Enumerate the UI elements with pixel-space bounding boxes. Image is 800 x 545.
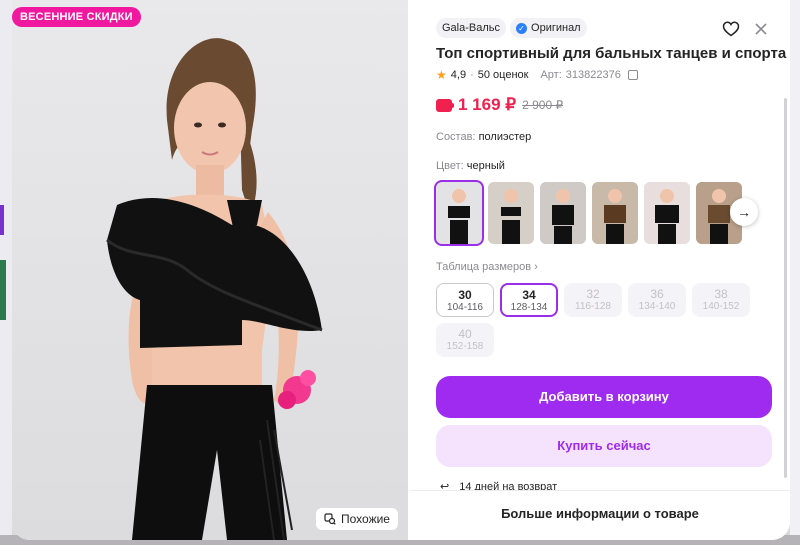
- price-row: 1 169 ₽ 2 900 ₽: [436, 95, 563, 115]
- size-option-unavailable[interactable]: 38 140-152: [692, 283, 750, 317]
- more-info-button[interactable]: Больше информации о товаре: [410, 490, 790, 540]
- heart-icon[interactable]: [722, 20, 740, 38]
- old-price: 2 900 ₽: [522, 98, 564, 112]
- product-image: [106, 38, 323, 540]
- color-thumbnail[interactable]: [644, 182, 690, 244]
- size-range: 140-152: [702, 301, 740, 312]
- color-thumbnail[interactable]: [488, 182, 534, 244]
- similar-button[interactable]: Похожие: [316, 508, 398, 530]
- product-title: Топ спортивный для бальных танцев и спор…: [436, 45, 787, 62]
- color-thumbnail[interactable]: [592, 182, 638, 244]
- size-number: 34: [522, 288, 536, 302]
- size-option-selected[interactable]: 34 128-134: [500, 283, 558, 317]
- star-icon: ★: [436, 68, 447, 82]
- add-to-cart-button[interactable]: Добавить в корзину: [436, 376, 772, 418]
- close-icon[interactable]: [752, 20, 770, 38]
- product-photo[interactable]: ВЕСЕННИЕ СКИДКИ Похожие: [12, 0, 408, 540]
- wallet-icon: [436, 98, 454, 112]
- copy-icon[interactable]: [627, 70, 638, 80]
- size-range: 104-116: [447, 302, 483, 313]
- size-option-unavailable[interactable]: 32 116-128: [564, 283, 622, 317]
- original-label: Оригинал: [531, 22, 581, 34]
- size-number: 36: [650, 287, 664, 301]
- spring-sale-badge: ВЕСЕННИЕ СКИДКИ: [12, 7, 141, 27]
- product-modal: ВЕСЕННИЕ СКИДКИ Похожие Gala-Вальс ✓ Ори…: [12, 0, 790, 540]
- search-similar-icon: [324, 513, 336, 525]
- composition-value: полиэстер: [478, 131, 532, 143]
- color-line: Цвет: черный: [436, 160, 505, 172]
- size-option-unavailable[interactable]: 36 134-140: [628, 283, 686, 317]
- brand-chip[interactable]: Gala-Вальс: [436, 18, 507, 38]
- color-thumbnail[interactable]: [434, 180, 484, 246]
- size-number: 32: [586, 287, 600, 301]
- buy-now-button[interactable]: Купить сейчас: [436, 425, 772, 467]
- brand-name: Gala-Вальс: [442, 22, 501, 34]
- current-price: 1 169 ₽: [458, 95, 517, 114]
- background-accent: [0, 205, 4, 235]
- size-range: 128-134: [510, 302, 548, 313]
- original-chip[interactable]: ✓ Оригинал: [510, 18, 587, 38]
- size-number: 38: [714, 287, 728, 301]
- color-thumbnail[interactable]: [540, 182, 586, 244]
- brand-row: Gala-Вальс ✓ Оригинал: [436, 18, 587, 38]
- size-range: 152-158: [446, 341, 484, 352]
- background-page-right: [790, 0, 800, 545]
- color-value: черный: [466, 160, 505, 172]
- chevron-right-icon: ›: [534, 261, 538, 273]
- size-table-label: Таблица размеров: [436, 261, 532, 273]
- size-option-unavailable[interactable]: 40 152-158: [436, 323, 494, 357]
- size-number: 30: [458, 288, 472, 302]
- rating-separator: ·: [470, 69, 474, 81]
- article-number: 313822376: [565, 69, 621, 81]
- reviews-link[interactable]: 50 оценок: [478, 69, 529, 81]
- composition-label: Состав:: [436, 131, 476, 143]
- size-range: 134-140: [638, 301, 676, 312]
- size-option[interactable]: 30 104-116: [436, 283, 494, 317]
- arrow-right-icon[interactable]: →: [730, 198, 758, 226]
- background-accent: [0, 260, 6, 320]
- similar-label: Похожие: [341, 512, 390, 526]
- background-page-left: [0, 0, 12, 545]
- color-thumbnails: [434, 180, 742, 246]
- rating-value: 4,9: [450, 69, 467, 81]
- composition: Состав: полиэстер: [436, 131, 531, 143]
- color-label: Цвет:: [436, 160, 464, 172]
- product-info-panel: Gala-Вальс ✓ Оригинал Топ спортивный для…: [410, 0, 790, 540]
- size-options: 30 104-116 34 128-134 32 116-128 36 134-…: [436, 283, 766, 357]
- size-range: 116-128: [575, 301, 611, 312]
- scrollbar[interactable]: [784, 98, 787, 478]
- verified-icon: ✓: [516, 22, 528, 34]
- size-number: 40: [458, 327, 472, 341]
- rating-row: ★ 4,9 · 50 оценок Арт: 313822376: [436, 68, 638, 82]
- size-table-link[interactable]: Таблица размеров ›: [436, 261, 538, 273]
- article-label: Арт:: [540, 69, 562, 81]
